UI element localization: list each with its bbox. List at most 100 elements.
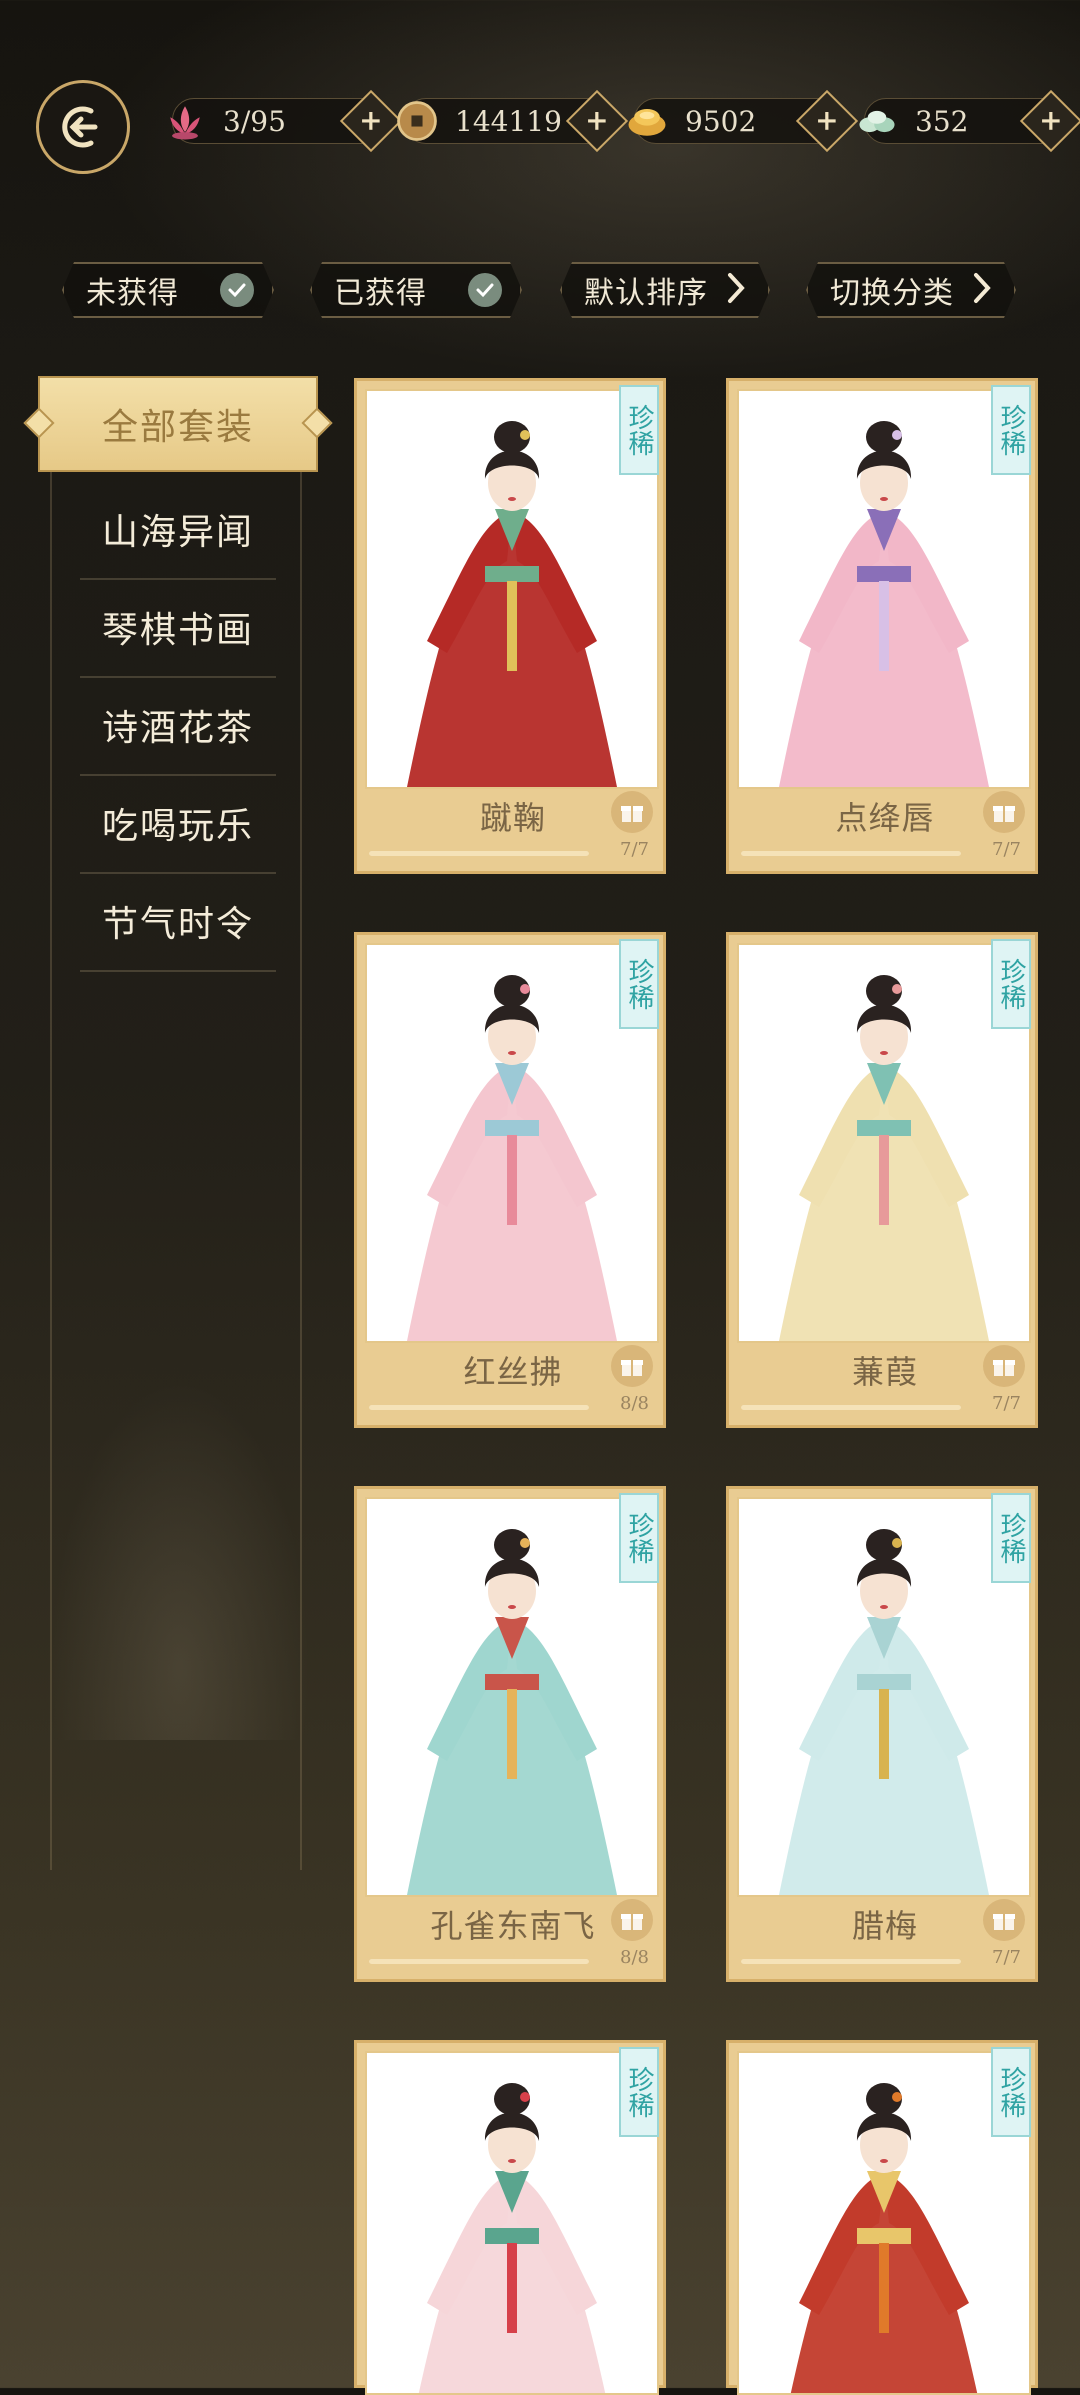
- outfit-card[interactable]: 珍稀 蒹葭 7/7: [726, 932, 1038, 1428]
- collection-progress: 7/7: [992, 1947, 1021, 1968]
- collection-progress: 7/7: [992, 1393, 1021, 1414]
- rarity-tag: 珍稀: [619, 2047, 659, 2137]
- rarity-tag: 珍稀: [991, 385, 1031, 475]
- lotus-icon: [159, 95, 211, 147]
- jade-stones-icon: [851, 95, 903, 147]
- robe-sash: [857, 1120, 911, 1136]
- gift-icon[interactable]: [983, 791, 1025, 833]
- outfit-image: [365, 2051, 659, 2395]
- plus-icon: +: [1039, 104, 1063, 137]
- collection-progress-bar: [741, 1405, 961, 1410]
- outfit-image: [365, 1497, 659, 1897]
- plus-icon: +: [815, 104, 839, 137]
- resource-coin-value: 144119: [455, 104, 562, 138]
- outfit-card[interactable]: 珍稀: [354, 2040, 666, 2395]
- gift-icon[interactable]: [611, 1899, 653, 1941]
- robe-ribbon: [879, 1135, 889, 1225]
- sort-default-label: 默认排序: [584, 276, 708, 311]
- back-button[interactable]: [36, 80, 130, 174]
- outfit-card[interactable]: 珍稀 孔雀东南飞 8/8: [354, 1486, 666, 1982]
- rarity-tag: 珍稀: [991, 1493, 1031, 1583]
- background-mountain: [50, 1380, 310, 1740]
- sort-default[interactable]: 默认排序: [560, 262, 770, 318]
- sidebar-item-label: 诗酒花茶: [101, 708, 254, 749]
- lips: [508, 1605, 516, 1609]
- robe-sash: [485, 2228, 539, 2244]
- gift-icon[interactable]: [983, 1899, 1025, 1941]
- sidebar-item-shanhai[interactable]: 山海异闻: [80, 480, 276, 580]
- outfit-image: [737, 943, 1031, 1343]
- lips: [880, 1051, 888, 1055]
- sidebar-item-qinqi[interactable]: 琴棋书画: [80, 578, 276, 678]
- outfit-card[interactable]: 珍稀: [726, 2040, 1038, 2395]
- hair-ornament: [892, 984, 902, 994]
- gift-icon[interactable]: [983, 1345, 1025, 1387]
- collection-progress: 7/7: [620, 839, 649, 860]
- chevron-right-icon: [968, 271, 996, 309]
- check-icon: [220, 273, 254, 307]
- lips: [508, 1051, 516, 1055]
- collection-progress: 8/8: [620, 1947, 649, 1968]
- lips: [508, 2159, 516, 2163]
- lips: [880, 497, 888, 501]
- check-icon: [468, 273, 502, 307]
- resource-gold: 9502 +: [628, 89, 859, 153]
- robe-ribbon: [879, 1689, 889, 1779]
- resource-coin: 144119 +: [397, 89, 629, 153]
- plus-icon: +: [585, 104, 609, 137]
- sidebar-item-shijiu[interactable]: 诗酒花茶: [80, 676, 276, 776]
- collection-progress-bar: [741, 851, 961, 856]
- robe-ribbon: [879, 2243, 889, 2333]
- collection-progress-bar: [741, 1959, 961, 1964]
- filter-unowned[interactable]: 未获得: [62, 262, 274, 318]
- gold-ingot-icon: [621, 95, 673, 147]
- rarity-tag: 珍稀: [619, 939, 659, 1029]
- robe-ribbon: [507, 2243, 517, 2333]
- switch-category[interactable]: 切换分类: [806, 262, 1016, 318]
- robe-sash: [485, 566, 539, 582]
- hair-ornament: [520, 2092, 530, 2102]
- outfit-card[interactable]: 珍稀 蹴鞠 7/7: [354, 378, 666, 874]
- background-glow: [0, 0, 1080, 420]
- lips: [508, 497, 516, 501]
- outfit-image: [365, 389, 659, 789]
- sidebar-border-left: [50, 470, 52, 1870]
- robe-ribbon: [507, 1135, 517, 1225]
- sidebar-item-chihe[interactable]: 吃喝玩乐: [80, 774, 276, 874]
- sidebar-item-label: 节气时令: [101, 904, 254, 945]
- back-arrow-icon: [62, 106, 98, 148]
- collection-progress-bar: [369, 851, 589, 856]
- outfit-card[interactable]: 珍稀 腊梅 7/7: [726, 1486, 1038, 1982]
- resource-jade-value: 352: [915, 104, 969, 138]
- gift-icon[interactable]: [611, 791, 653, 833]
- hair-ornament: [892, 1538, 902, 1548]
- filter-owned-label: 已获得: [334, 276, 427, 311]
- filter-owned[interactable]: 已获得: [310, 262, 522, 318]
- outfit-image: [737, 389, 1031, 789]
- switch-category-label: 切换分类: [830, 276, 954, 311]
- collection-progress: 7/7: [992, 839, 1021, 860]
- hair-ornament: [520, 1538, 530, 1548]
- outfit-card[interactable]: 珍稀 点绛唇 7/7: [726, 378, 1038, 874]
- sidebar-item-all-sets[interactable]: 全部套装: [38, 376, 318, 472]
- rarity-tag: 珍稀: [619, 385, 659, 475]
- rarity-tag: 珍稀: [991, 939, 1031, 1029]
- collection-progress-bar: [369, 1959, 589, 1964]
- hair-ornament: [520, 984, 530, 994]
- resource-lotus: 3/95 +: [170, 89, 403, 153]
- robe-sash: [485, 1120, 539, 1136]
- outfit-card[interactable]: 珍稀 红丝拂 8/8: [354, 932, 666, 1428]
- hair-ornament: [520, 430, 530, 440]
- copper-coin-icon: [391, 95, 443, 147]
- robe-ribbon: [879, 581, 889, 671]
- sidebar-item-label: 山海异闻: [101, 512, 254, 553]
- chevron-right-icon: [722, 271, 750, 309]
- robe-ribbon: [507, 1689, 517, 1779]
- resource-lotus-value: 3/95: [223, 104, 286, 138]
- collection-progress: 8/8: [620, 1393, 649, 1414]
- hair-ornament: [892, 430, 902, 440]
- gift-icon[interactable]: [611, 1345, 653, 1387]
- sidebar-item-jieqi[interactable]: 节气时令: [80, 872, 276, 972]
- sidebar-item-label: 吃喝玩乐: [101, 806, 254, 847]
- sidebar-item-label: 琴棋书画: [101, 610, 254, 651]
